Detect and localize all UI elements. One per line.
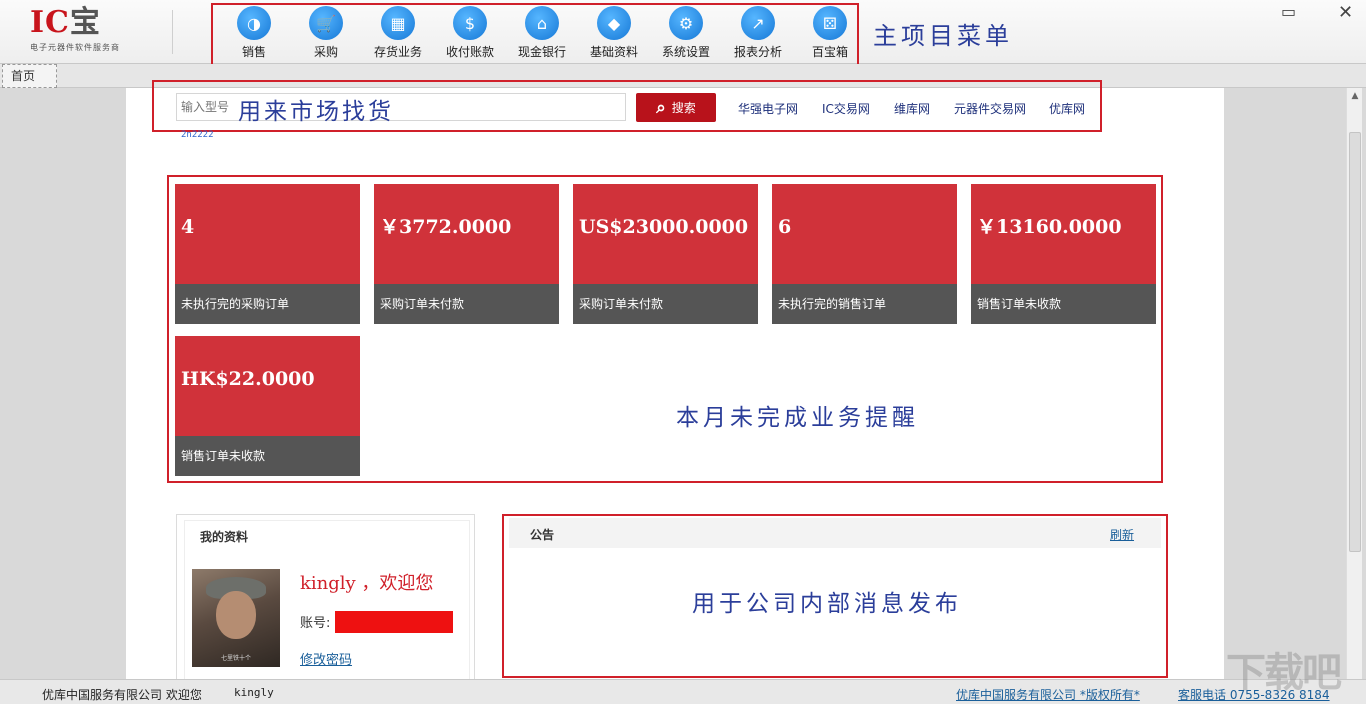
reminder-tile[interactable]: 4 未执行完的采购订单: [175, 184, 360, 324]
status-company-welcome: 优库中国服务有限公司 欢迎您: [42, 688, 202, 702]
tile-label: 采购订单未付款: [573, 284, 758, 324]
search-button-label: 搜索: [671, 101, 696, 115]
chat-icon[interactable]: ▭: [1281, 2, 1296, 21]
search-annotation: 用来市场找货: [238, 99, 394, 125]
link-weiku[interactable]: 维库网: [894, 100, 930, 117]
link-ic-trade[interactable]: IC交易网: [822, 100, 870, 117]
link-huaqiang[interactable]: 华强电子网: [738, 100, 798, 117]
close-icon[interactable]: ✕: [1338, 2, 1353, 23]
profile-title: 我的资料: [200, 530, 249, 544]
reminder-tile[interactable]: ￥13160.0000 销售订单未收款: [971, 184, 1156, 324]
tile-label: 销售订单未收款: [175, 436, 360, 476]
tile-value: US$23000.0000: [573, 184, 758, 284]
status-bar: 优库中国服务有限公司 欢迎您 kingly 优库中国服务有限公司 *版权所有* …: [0, 679, 1366, 704]
tile-value: 6: [772, 184, 957, 284]
account-redacted: [335, 611, 453, 633]
scrollbar-thumb[interactable]: [1349, 132, 1361, 552]
logo-brand-accent: 宝: [69, 5, 101, 40]
reminder-tile[interactable]: 6 未执行完的销售订单: [772, 184, 957, 324]
tile-value: ￥13160.0000: [971, 184, 1156, 284]
search-icon: ⌕: [656, 97, 666, 118]
tile-label: 未执行完的采购订单: [175, 284, 360, 324]
reminder-tile[interactable]: HK$22.0000 销售订单未收款: [175, 336, 360, 476]
search-button[interactable]: ⌕ 搜索: [636, 93, 716, 122]
tile-value: HK$22.0000: [175, 336, 360, 436]
search-history-hint[interactable]: 2n2222: [181, 130, 214, 140]
logo-brand-main: IC: [30, 5, 70, 40]
logo-subtitle: 电子元器件软件服务商: [30, 43, 120, 52]
tab-home[interactable]: 首页: [2, 64, 57, 88]
welcome-message: kingly ，欢迎您: [300, 573, 434, 594]
reminder-annotation: 本月未完成业务提醒: [676, 405, 919, 431]
link-youku[interactable]: 优库网: [1049, 100, 1085, 117]
tile-label: 销售订单未收款: [971, 284, 1156, 324]
scroll-up-icon[interactable]: ▲: [1347, 88, 1363, 104]
notice-annotation: 用于公司内部消息发布: [692, 591, 962, 617]
tile-label: 采购订单未付款: [374, 284, 559, 324]
menu-highlight-frame: [211, 3, 859, 67]
avatar-caption: 七里铁十个: [220, 655, 251, 662]
vertical-scrollbar[interactable]: ▲: [1346, 88, 1362, 679]
menu-annotation: 主项目菜单: [873, 22, 1013, 50]
app-logo: IC宝 电子元器件软件服务商: [30, 6, 150, 58]
reminder-tile[interactable]: ￥3772.0000 采购订单未付款: [374, 184, 559, 324]
avatar: 七里铁十个: [192, 569, 280, 667]
reminder-tile[interactable]: US$23000.0000 采购订单未付款: [573, 184, 758, 324]
change-password-link[interactable]: 修改密码: [300, 649, 352, 668]
logo-divider: [172, 10, 173, 54]
copyright-link[interactable]: 优库中国服务有限公司 *版权所有*: [956, 686, 1140, 703]
tile-value: 4: [175, 184, 360, 284]
link-component-trade[interactable]: 元器件交易网: [954, 100, 1026, 117]
account-label: 账号:: [300, 616, 331, 631]
tile-label: 未执行完的销售订单: [772, 284, 957, 324]
tile-value: ￥3772.0000: [374, 184, 559, 284]
status-user: kingly: [234, 686, 274, 699]
site-watermark: 下载吧: [1226, 649, 1342, 696]
